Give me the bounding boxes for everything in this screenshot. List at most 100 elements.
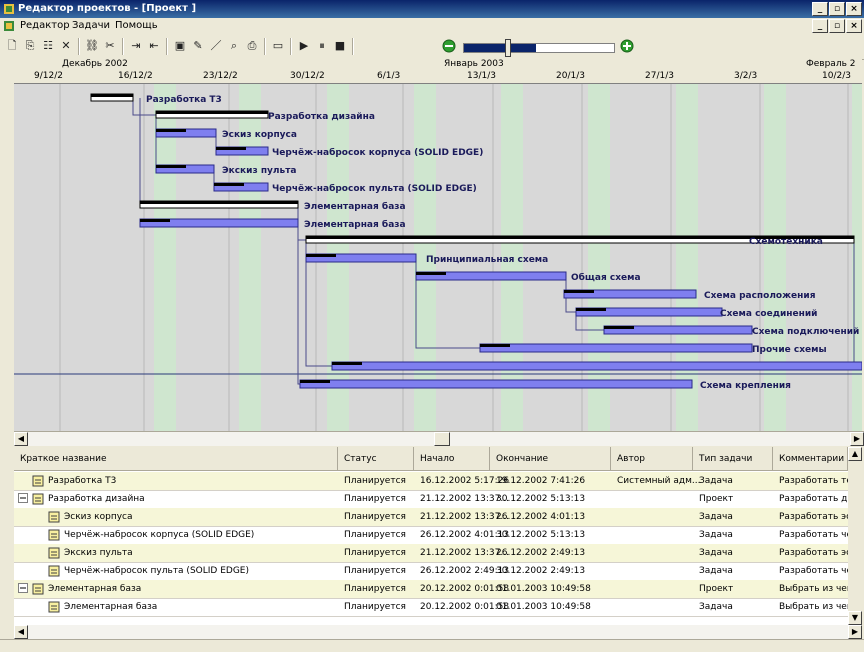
stop-icon[interactable]: ■ xyxy=(332,38,348,54)
task-icon xyxy=(48,511,60,523)
task-label: Эскиз корпуса xyxy=(222,130,297,140)
task-icon xyxy=(32,583,44,595)
zoom-slider-thumb[interactable] xyxy=(505,39,511,57)
play-icon[interactable]: ▶ xyxy=(296,38,312,54)
cell-end: 01.01.2003 10:49:58 xyxy=(496,602,591,612)
document-icon xyxy=(4,21,14,31)
gantt-canvas: Разработка Т3 Разработка дизайна Эскиз кор… xyxy=(14,84,862,431)
col-end[interactable]: Окончание xyxy=(490,447,611,471)
cell-comment: Разработать тех xyxy=(779,476,848,486)
table-scroll-down[interactable]: ▼ xyxy=(848,611,862,625)
timeline-date: 23/12/2 xyxy=(203,71,238,81)
col-author[interactable]: Автор xyxy=(611,447,693,471)
table-row[interactable]: Элементарная база Планируется 20.12.2002 0… xyxy=(14,598,848,617)
cell-status: Планируется xyxy=(344,602,406,612)
col-type[interactable]: Тип задачи xyxy=(693,447,773,471)
task-label: Черчёж-набросок пульта (SOLID EDGE) xyxy=(272,183,477,194)
summary-bar-progress xyxy=(140,201,298,204)
table-scroll-up[interactable]: ▲ xyxy=(848,447,862,461)
task-bar-progress xyxy=(156,129,186,132)
maximize-button[interactable]: ▫ xyxy=(829,2,845,16)
col-name[interactable]: Краткое название xyxy=(14,447,338,471)
cell-type: Задача xyxy=(699,476,733,486)
search-icon[interactable]: ⌕ xyxy=(226,38,242,54)
doc-close-button[interactable]: × xyxy=(846,19,862,33)
unlink-icon[interactable]: ✂ xyxy=(102,38,118,54)
timeline-month-jan: Январь 2003 xyxy=(444,59,504,69)
link-icon[interactable]: ⛓ xyxy=(84,38,100,54)
table-row[interactable]: Черчёж-набросок пульта (SOLID EDGE) Плани… xyxy=(14,562,848,581)
copy-icon[interactable]: ⎘ xyxy=(22,38,38,54)
table-row[interactable]: Разработка дизайна Планируется 21.12.2002 … xyxy=(14,490,848,509)
pencil-icon[interactable]: ／ xyxy=(208,38,224,54)
save-icon[interactable]: ▣ xyxy=(172,38,188,54)
table-vertical-scrollbar[interactable]: ▲ ▼ xyxy=(848,447,862,625)
cell-comment: Разработать эск xyxy=(779,512,848,522)
task-label: Разработка дизайна xyxy=(268,111,375,122)
zoom-in-icon[interactable] xyxy=(620,39,636,55)
cell-status: Планируется xyxy=(344,530,406,540)
doc-minimize-button[interactable]: _ xyxy=(812,19,828,33)
outdent-icon[interactable]: ⇤ xyxy=(146,38,162,54)
cell-end: 30.12.2002 5:13:13 xyxy=(496,530,586,540)
menu-editor[interactable]: Редактор xyxy=(20,20,70,31)
timeline-month-row xyxy=(14,59,862,69)
col-comments[interactable]: Комментарии xyxy=(773,447,848,471)
cell-name: Разработка Т3 xyxy=(48,476,117,486)
cell-type: Задача xyxy=(699,566,733,576)
doc-maximize-button[interactable]: ▫ xyxy=(829,19,845,33)
task-bar xyxy=(299,379,693,389)
indent-icon[interactable]: ⇥ xyxy=(128,38,144,54)
col-status[interactable]: Статус xyxy=(338,447,414,471)
zoom-slider-track[interactable] xyxy=(463,43,615,53)
table-horizontal-scrollbar[interactable]: ◀ ▶ xyxy=(14,625,862,639)
menu-tasks[interactable]: Задачи xyxy=(72,20,110,31)
table-scroll-left[interactable]: ◀ xyxy=(14,625,28,639)
gantt-vertical-scrollbar[interactable] xyxy=(0,59,14,444)
cell-end: 26.12.2002 2:49:13 xyxy=(496,548,586,558)
title-bar: Редактор проектов - [Проект ] _ ▫ × xyxy=(0,0,864,18)
pause-icon[interactable]: ⏸ xyxy=(314,38,330,54)
table-row[interactable]: Элементарная база Планируется 20.12.2002 0… xyxy=(14,580,848,599)
document-window-controls: _ ▫ × xyxy=(812,19,862,33)
cell-comment: Разработать эск xyxy=(779,548,848,558)
cell-status: Планируется xyxy=(344,566,406,576)
table-row[interactable]: Эскиз корпуса Планируется 21.12.2002 13:37… xyxy=(14,508,848,527)
close-button[interactable]: × xyxy=(846,2,862,16)
summary-bar-progress xyxy=(156,111,268,114)
col-start[interactable]: Начало xyxy=(414,447,490,471)
zoom-out-icon[interactable] xyxy=(442,39,458,55)
window-icon[interactable]: ▭ xyxy=(270,38,286,54)
weekend-stripe xyxy=(764,84,786,431)
task-icon xyxy=(32,475,44,487)
minimize-button[interactable]: _ xyxy=(812,2,828,16)
table-row[interactable]: Экскиз пульта Планируется 21.12.2002 13:37… xyxy=(14,544,848,563)
delete-icon[interactable]: ✕ xyxy=(58,38,74,54)
print-icon[interactable]: ⎙ xyxy=(244,38,260,54)
cell-name: Разработка дизайна xyxy=(48,494,145,504)
collapse-icon[interactable] xyxy=(18,583,30,595)
cell-name: Экскиз пульта xyxy=(64,548,133,558)
task-label: Схема крепления xyxy=(700,381,791,391)
scroll-right-button[interactable]: ▶ xyxy=(850,432,864,446)
scroll-thumb[interactable] xyxy=(434,432,450,446)
weekend-stripe xyxy=(588,84,610,431)
collapse-icon[interactable] xyxy=(18,493,30,505)
timeline-date: 30/12/2 xyxy=(290,71,325,81)
task-bar-progress xyxy=(576,308,606,311)
table-row[interactable]: Черчёж-набросок корпуса (SOLID EDGE) План… xyxy=(14,526,848,545)
gantt-horizontal-scrollbar[interactable]: ◀ ▶ xyxy=(14,431,864,446)
menu-help[interactable]: Помощь xyxy=(115,20,158,31)
task-bar-progress xyxy=(564,290,594,293)
new-file-icon[interactable]: 🗋 xyxy=(4,38,20,54)
cell-name: Черчёж-набросок корпуса (SOLID EDGE) xyxy=(64,530,255,540)
cell-name: Эскиз корпуса xyxy=(64,512,133,522)
scroll-left-button[interactable]: ◀ xyxy=(14,432,28,446)
cell-name: Элементарная база xyxy=(48,584,142,594)
table-scroll-right[interactable]: ▶ xyxy=(848,625,862,639)
properties-icon[interactable]: ☷ xyxy=(40,38,56,54)
cell-status: Планируется xyxy=(344,584,406,594)
edit-icon[interactable]: ✎ xyxy=(190,38,206,54)
table-row[interactable]: Разработка Т3 Планируется 16.12.2002 5:17:… xyxy=(14,472,848,491)
task-bar xyxy=(331,361,862,371)
